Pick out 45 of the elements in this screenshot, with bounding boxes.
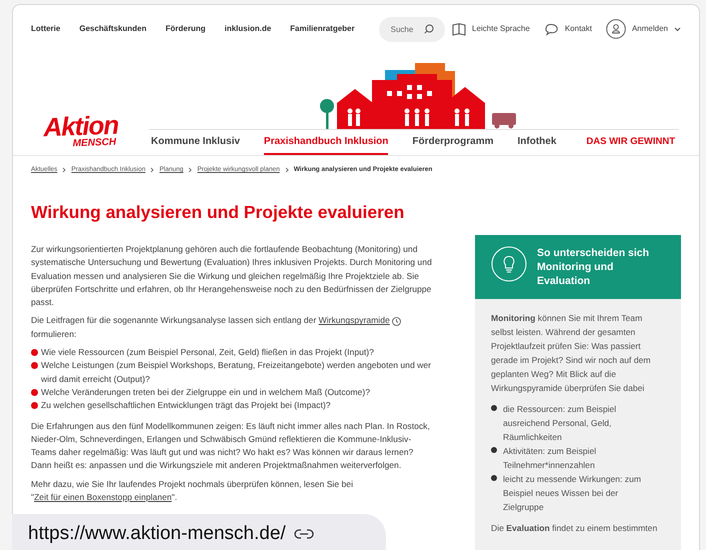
main-nav-tab[interactable]: Kommune Inklusiv — [151, 134, 240, 155]
clock-icon — [392, 316, 402, 326]
lightbulb-icon — [491, 246, 527, 282]
question-item: Welche Veränderungen treten bei der Zielgruppe ein und in welchem Maß (Outcome)? — [41, 386, 370, 399]
top-nav-link[interactable]: Geschäftskunden — [79, 23, 146, 35]
utility-link[interactable]: Anmelden — [606, 19, 681, 39]
top-nav-link[interactable]: inklusion.de — [224, 23, 272, 35]
chat-bubble-icon — [544, 22, 559, 36]
search-icon — [424, 24, 434, 34]
link-icon — [294, 529, 314, 539]
main-nav-tab[interactable]: DAS WIR GEWINNT — [586, 134, 676, 155]
page-title: Wirkung analysieren und Projekte evaluieren — [30, 200, 406, 224]
info-box-title: So unterscheiden sich Monitoring und Evaluation — [537, 246, 650, 288]
user-icon — [606, 19, 626, 39]
main-nav-tab[interactable]: Praxishandbuch Inklusion — [264, 134, 388, 155]
chevron-right-icon — [62, 166, 66, 173]
main-nav-tab[interactable]: Förderprogramm — [412, 134, 494, 155]
utility-link[interactable]: Leichte Sprache — [452, 22, 530, 36]
intro-paragraph: Zur wirkungsorientierten Projektplanung gehören auch die fortlaufende Beobachtung (Monitoring) und systematische Untersuchung und Bewertung (Evaluation) Ihres inklusiven Projekts. Durch Monitoring und Evaluation messen und analysieren Sie die Wirkung und gleichen regelmäßig Ihre Projektziele ab. Sie überprüfen Fortschritte und erfahren, ob Ihr Herangehensweise noch zu den Bedürfnissen der Zielgruppe passt. — [31, 243, 433, 310]
utility-link[interactable]: Kontakt — [544, 22, 592, 36]
text-link[interactable]: Wirkungspyramide — [318, 315, 390, 326]
search-field[interactable]: Suche — [378, 17, 445, 42]
lead-paragraph: Die Leitfragen für die sogenannte Wirkungsanalyse lassen sich entlang der Wirkungspyramide formulieren: — [31, 314, 445, 342]
more-paragraph: Mehr dazu, wie Sie Ihr laufendes Projekt nochmals überprüfen können, lesen Sie bei "Zeit für einen Boxenstopp einplanen". — [31, 478, 354, 504]
question-item: Zu welchen gesellschaftlichen Entwicklungen trägt das Projekt bei (Impact)? — [41, 399, 330, 412]
text-link[interactable]: Zeit für einen Boxenstopp einplanen — [34, 492, 172, 502]
info-box-list-item: die Ressourcen: zum Beispiel ausreichend Personal, Geld, Räumlichkeiten — [503, 403, 618, 444]
info-box-list-item: leicht zu messende Wirkungen: zum Beispiel neues Wissen bei der Zielgruppe — [503, 473, 642, 514]
question-item: Wie viele Ressourcen (zum Beispiel Personal, Zeit, Geld) fließen in das Projekt (Input)? — [41, 346, 374, 360]
logo[interactable]: Aktion MENSCH — [30, 111, 132, 151]
top-nav-link[interactable]: Förderung — [165, 23, 206, 35]
top-nav-link[interactable]: Lotterie — [31, 23, 60, 35]
top-nav-link[interactable]: Familienratgeber — [290, 23, 355, 35]
url-text: https://www.aktion-mensch.de/ — [28, 522, 286, 546]
main-nav-tab[interactable]: Infothek — [518, 134, 556, 155]
chevron-right-icon — [150, 166, 154, 173]
info-box-text: Die Evaluation findet zu einem bestimmten — [491, 522, 658, 535]
chevron-down-icon — [674, 26, 681, 32]
question-item: Welche Leistungen (zum Beispiel Workshops, Beratung, Freizeitangebote) werden angeboten und wer wird damit erreicht (Output)? — [41, 359, 432, 386]
info-box-text: Monitoring können Sie mit Ihrem Team selbst leisten. Während der gesamten Projektlaufzeit prüfen Sie: Was passiert gerade im Projekt? Sind wir noch auf dem geplanten Weg? Mit Blick auf die Wirkungspyramide überprüfen Sie dabei — [491, 312, 652, 395]
book-icon — [452, 22, 466, 36]
chevron-right-icon — [284, 166, 289, 173]
chevron-right-icon — [188, 166, 192, 173]
experience-paragraph: Die Erfahrungen aus den fünf Modellkommunen zeigen: Es läuft nicht immer alles nach Plan. In Rostock, Nieder-Olm, Schneverdingen, Erlangen und Schwäbisch Gmünd reflektieren die Kommune-Inklusiv-Teams daher regelmäßig: Was läuft gut und was nicht? Wo hakt es? Was können wir daraus lernen? Dann heißt es: anpassen und die Wirkungsziele mit anderen Projektmaßnahmen weiterverfolgen. — [31, 420, 431, 472]
url-overlay[interactable]: https://www.aktion-mensch.de/ — [12, 514, 386, 550]
